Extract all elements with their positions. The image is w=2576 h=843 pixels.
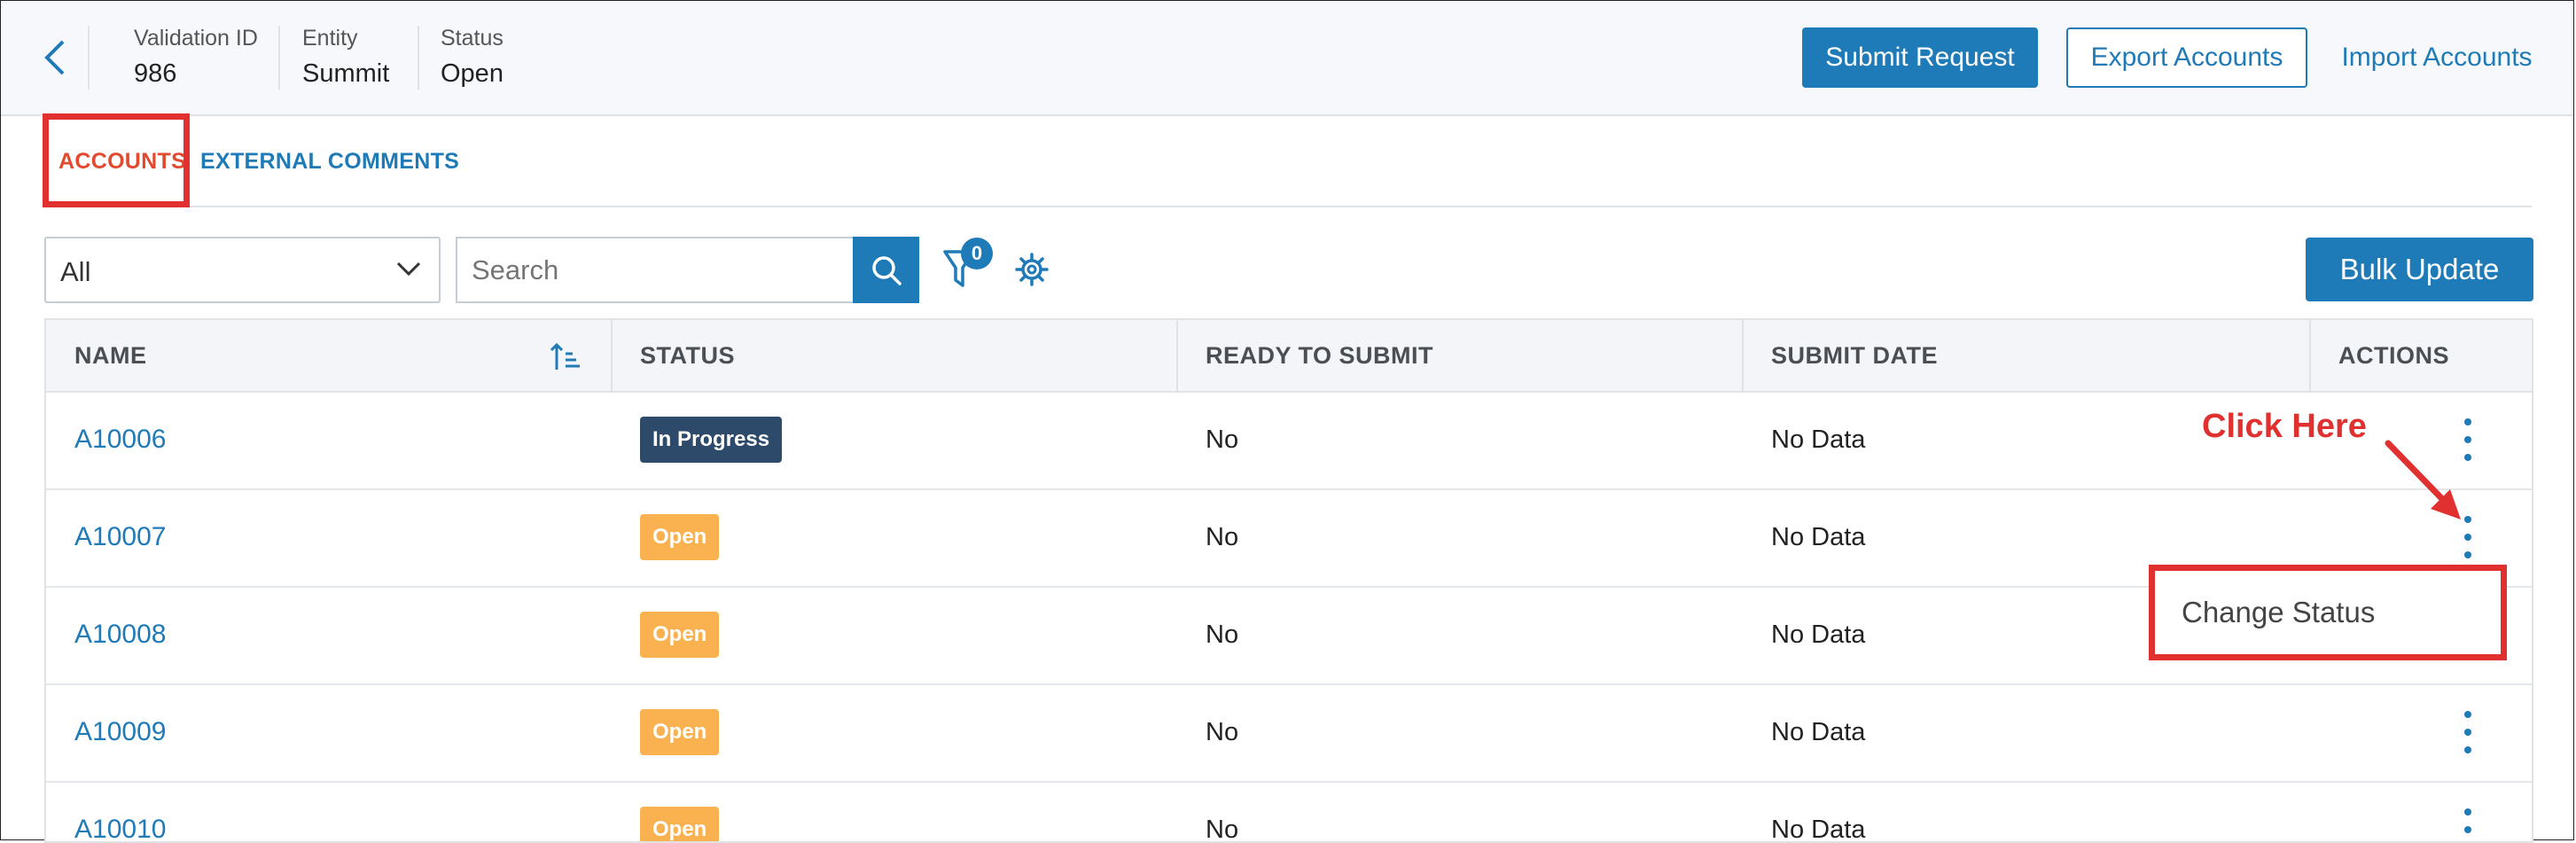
- tab-external-comments[interactable]: EXTERNAL COMMENTS: [200, 149, 459, 175]
- status-badge: Open: [640, 807, 720, 841]
- account-name-link[interactable]: A10007: [74, 522, 166, 552]
- table-row: A10010 Open No No Data: [46, 781, 2532, 843]
- search-button[interactable]: [853, 237, 919, 303]
- filter-select-value: All: [60, 256, 91, 287]
- entity-label: Entity: [302, 26, 358, 51]
- status-label: Status: [441, 26, 503, 51]
- submit-date-cell: No Data: [1771, 717, 1866, 746]
- export-accounts-button[interactable]: Export Accounts: [2066, 27, 2307, 88]
- account-name-link[interactable]: A10008: [74, 620, 166, 650]
- highlight-box-accounts-tab: [43, 113, 190, 207]
- page-header: Validation ID 986 Entity Summit Status O…: [1, 1, 2573, 116]
- ready-to-submit-cell: No: [1206, 815, 1239, 843]
- click-here-annotation: Click Here: [2202, 408, 2367, 445]
- back-chevron-icon[interactable]: [40, 36, 72, 79]
- table-header: NAME STATUS READY TO SUBMIT SUBMIT DATE …: [46, 320, 2532, 393]
- tabs-divider: [44, 206, 2532, 207]
- arrow-icon: [2385, 440, 2461, 519]
- column-header-submit-date: SUBMIT DATE: [1771, 341, 1938, 369]
- search-icon: [871, 255, 902, 285]
- column-header-actions: ACTIONS: [2338, 341, 2449, 369]
- bulk-update-button[interactable]: Bulk Update: [2306, 238, 2533, 301]
- submit-date-cell: No Data: [1771, 815, 1866, 843]
- submit-date-cell: No Data: [1771, 425, 1866, 454]
- account-name-link[interactable]: A10009: [74, 717, 166, 747]
- kebab-menu-icon[interactable]: [2457, 803, 2478, 843]
- submit-date-cell: No Data: [1771, 522, 1866, 551]
- account-name-link[interactable]: A10010: [74, 815, 166, 841]
- status-badge: In Progress: [640, 417, 783, 463]
- chevron-down-icon: [396, 261, 421, 277]
- status-badge: Open: [640, 612, 720, 658]
- header-divider: [278, 26, 280, 90]
- table-row: A10006 In Progress No No Data: [46, 391, 2532, 490]
- column-header-status: STATUS: [640, 341, 735, 369]
- ready-to-submit-cell: No: [1206, 620, 1239, 649]
- account-name-link[interactable]: A10006: [74, 425, 166, 455]
- gear-icon[interactable]: [1015, 253, 1049, 286]
- entity-value: Summit: [302, 59, 390, 88]
- header-divider: [88, 26, 90, 90]
- column-divider: [1176, 320, 1178, 391]
- column-divider: [2309, 320, 2311, 391]
- column-header-ready-to-submit: READY TO SUBMIT: [1206, 341, 1434, 369]
- sort-icon[interactable]: [550, 341, 582, 373]
- column-divider: [1742, 320, 1744, 391]
- status-badge: Open: [640, 709, 720, 755]
- change-status-menu-item[interactable]: Change Status: [2182, 596, 2375, 629]
- kebab-menu-icon[interactable]: [2457, 706, 2478, 759]
- table-row: A10009 Open No No Data: [46, 683, 2532, 783]
- ready-to-submit-cell: No: [1206, 522, 1239, 551]
- status-badge: Open: [640, 514, 720, 560]
- submit-request-button[interactable]: Submit Request: [1802, 27, 2038, 88]
- filter-count-badge: 0: [961, 238, 993, 269]
- filter-select[interactable]: All: [44, 237, 441, 303]
- submit-date-cell: No Data: [1771, 620, 1866, 649]
- actions-dropdown-menu: Change Status: [2149, 565, 2507, 660]
- validation-id-value: 986: [134, 59, 177, 88]
- column-divider: [611, 320, 613, 391]
- ready-to-submit-cell: No: [1206, 425, 1239, 454]
- column-header-name[interactable]: NAME: [74, 320, 147, 391]
- import-accounts-link[interactable]: Import Accounts: [2332, 27, 2541, 88]
- ready-to-submit-cell: No: [1206, 717, 1239, 746]
- header-divider: [418, 26, 419, 90]
- validation-id-label: Validation ID: [134, 26, 258, 51]
- status-value: Open: [441, 59, 503, 88]
- search-input[interactable]: [456, 237, 855, 303]
